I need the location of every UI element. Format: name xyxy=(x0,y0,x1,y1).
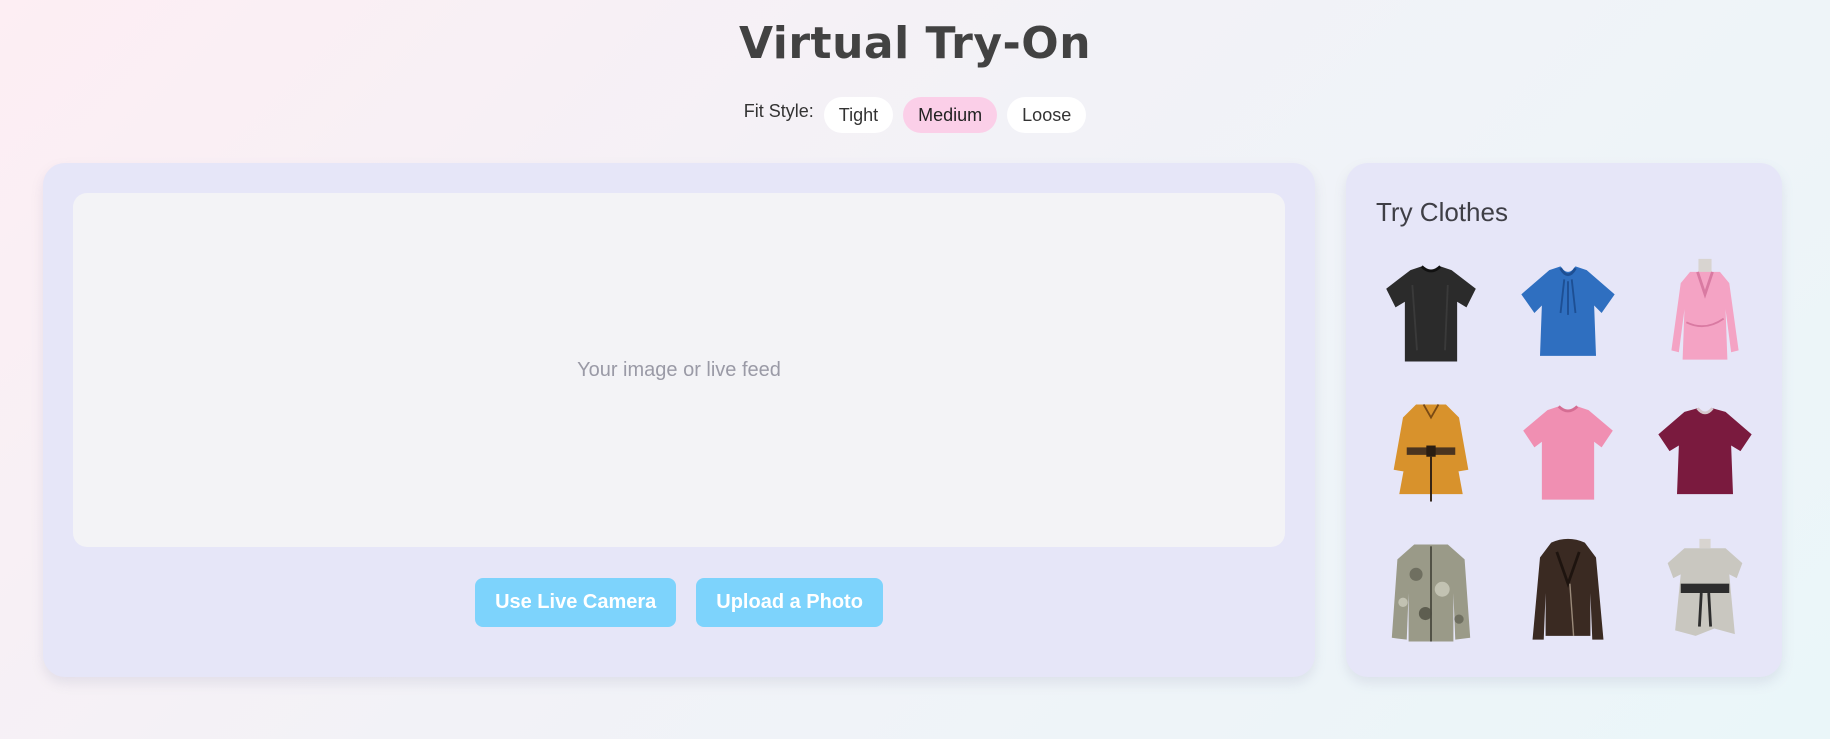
clothing-item[interactable] xyxy=(1371,388,1491,518)
clothing-item[interactable] xyxy=(1508,388,1628,518)
clothing-item[interactable] xyxy=(1645,248,1765,378)
preview-placeholder: Your image or live feed xyxy=(577,358,781,381)
clothing-item[interactable] xyxy=(1508,248,1628,378)
pink-blazer-dress-icon xyxy=(1671,258,1739,360)
clothes-panel: Try Clothes xyxy=(1346,163,1782,677)
clothing-item[interactable] xyxy=(1645,388,1765,518)
clothing-item[interactable] xyxy=(1645,528,1765,658)
fit-style-selector: Fit Style: Tight Medium Loose xyxy=(0,97,1830,133)
blue-blouse-icon xyxy=(1521,266,1615,356)
grey-belted-top-icon xyxy=(1667,538,1743,636)
page-title: Virtual Try-On xyxy=(738,18,1092,69)
action-buttons: Use Live Camera Upload a Photo xyxy=(43,578,1315,627)
pink-tshirt-icon xyxy=(1523,405,1613,500)
fit-option-loose[interactable]: Loose xyxy=(1007,97,1087,133)
mustard-belted-dress-icon xyxy=(1393,404,1469,502)
fit-style-label: Fit Style: xyxy=(743,100,814,121)
black-tshirt-icon xyxy=(1386,265,1476,362)
image-preview-area: Your image or live feed xyxy=(73,193,1285,547)
leather-jacket-icon xyxy=(1532,538,1604,640)
clothing-item[interactable] xyxy=(1371,248,1491,378)
upload-photo-button[interactable]: Upload a Photo xyxy=(696,578,883,627)
clothes-panel-title: Try Clothes xyxy=(1376,197,1508,227)
camo-jacket-icon xyxy=(1391,544,1471,642)
use-live-camera-button[interactable]: Use Live Camera xyxy=(475,578,677,627)
fit-option-tight[interactable]: Tight xyxy=(823,97,894,133)
clothing-item[interactable] xyxy=(1371,528,1491,658)
fit-option-medium[interactable]: Medium xyxy=(903,97,998,133)
maroon-tshirt-icon xyxy=(1658,407,1752,495)
clothes-grid xyxy=(1371,248,1765,658)
clothing-item[interactable] xyxy=(1508,528,1628,658)
try-on-panel: Your image or live feed Use Live Camera … xyxy=(43,163,1315,677)
